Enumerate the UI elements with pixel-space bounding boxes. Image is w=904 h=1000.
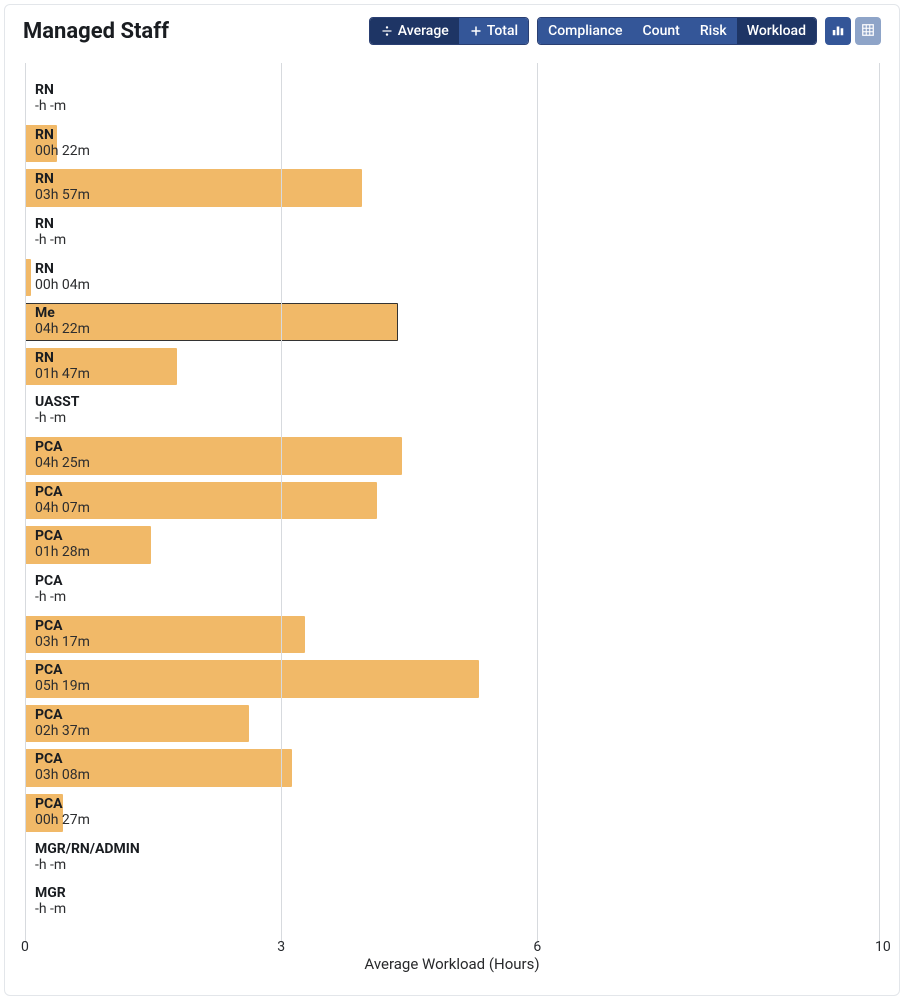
row-value-label: 02h 37m <box>35 724 90 739</box>
row-category-label: PCA <box>35 796 63 812</box>
row-category-label: RN <box>35 82 54 98</box>
row-value-label: 00h 22m <box>35 144 90 159</box>
row-category-label: RN <box>35 216 54 232</box>
table-icon <box>861 22 875 41</box>
chart-row[interactable]: MGR-h -m <box>25 880 879 925</box>
chart-row[interactable]: RN01h 47m <box>25 345 879 390</box>
card-title: Managed Staff <box>23 19 169 44</box>
row-value-label: -h -m <box>35 99 66 114</box>
gridline <box>25 63 26 943</box>
bar <box>25 660 479 698</box>
row-value-label: -h -m <box>35 902 66 917</box>
chart-row[interactable]: MGR/RN/ADMIN-h -m <box>25 836 879 881</box>
row-value-label: 03h 57m <box>35 188 90 203</box>
row-value-label: -h -m <box>35 411 66 426</box>
row-value-label: -h -m <box>35 233 66 248</box>
row-value-label: 04h 22m <box>35 322 90 337</box>
chart-row[interactable]: PCA00h 27m <box>25 791 879 836</box>
row-category-label: PCA <box>35 439 63 455</box>
row-value-label: 01h 28m <box>35 545 90 560</box>
row-value-label: 00h 27m <box>35 813 90 828</box>
total-button[interactable]: Total <box>459 18 528 44</box>
view-toggle <box>825 17 881 45</box>
x-tick-label: 0 <box>21 939 29 955</box>
gridline <box>281 63 282 943</box>
chart-bars-area: RN-h -mRN00h 22mRN03h 57mRN-h -mRN00h 04… <box>25 77 879 925</box>
row-value-label: 04h 07m <box>35 501 90 516</box>
row-category-label: PCA <box>35 751 63 767</box>
table-view-button[interactable] <box>855 17 881 45</box>
card-header: Managed Staff Average Total <box>5 5 899 55</box>
chart-row[interactable]: RN03h 57m <box>25 166 879 211</box>
chart-row[interactable]: PCA03h 08m <box>25 746 879 791</box>
gridline <box>879 63 880 943</box>
row-value-label: 01h 47m <box>35 367 90 382</box>
total-label: Total <box>487 23 518 39</box>
tab-workload[interactable]: Workload <box>737 18 816 44</box>
row-value-label: -h -m <box>35 590 66 605</box>
row-category-label: RN <box>35 350 54 366</box>
aggregate-toggle: Average Total <box>369 17 529 45</box>
row-category-label: RN <box>35 171 54 187</box>
x-axis-label: Average Workload (Hours) <box>25 955 879 973</box>
chart-row[interactable]: RN00h 22m <box>25 122 879 167</box>
chart-row[interactable]: PCA03h 17m <box>25 613 879 658</box>
chart-row[interactable]: PCA01h 28m <box>25 523 879 568</box>
divide-icon <box>380 24 394 38</box>
tab-risk[interactable]: Risk <box>690 18 737 44</box>
header-controls: Average Total Compliance Count Risk Work… <box>369 17 881 45</box>
row-value-label: 04h 25m <box>35 456 90 471</box>
average-label: Average <box>398 23 449 39</box>
row-category-label: PCA <box>35 484 63 500</box>
row-category-label: RN <box>35 261 54 277</box>
row-category-label: PCA <box>35 662 63 678</box>
chart-view-button[interactable] <box>825 17 851 45</box>
x-tick-label: 3 <box>277 939 285 955</box>
tab-compliance[interactable]: Compliance <box>538 18 632 44</box>
row-category-label: PCA <box>35 573 63 589</box>
chart-row[interactable]: RN-h -m <box>25 211 879 256</box>
gridline <box>537 63 538 943</box>
metric-tabs: Compliance Count Risk Workload <box>537 17 817 45</box>
chart-row[interactable]: PCA04h 25m <box>25 434 879 479</box>
row-value-label: 05h 19m <box>35 679 90 694</box>
row-category-label: MGR <box>35 885 66 901</box>
row-category-label: Me <box>35 305 55 321</box>
chart-row[interactable]: UASST-h -m <box>25 389 879 434</box>
chart-row[interactable]: RN-h -m <box>25 77 879 122</box>
row-value-label: 03h 08m <box>35 768 90 783</box>
tab-count[interactable]: Count <box>633 18 690 44</box>
row-value-label: -h -m <box>35 858 66 873</box>
x-tick-label: 10 <box>875 939 891 955</box>
chart-row[interactable]: PCA05h 19m <box>25 657 879 702</box>
plus-icon <box>469 24 483 38</box>
chart-row[interactable]: RN00h 04m <box>25 256 879 301</box>
row-category-label: PCA <box>35 618 63 634</box>
row-category-label: PCA <box>35 707 63 723</box>
row-category-label: RN <box>35 127 54 143</box>
average-button[interactable]: Average <box>370 18 459 44</box>
x-tick-label: 6 <box>533 939 541 955</box>
bar-chart-icon <box>831 22 845 41</box>
chart-row[interactable]: PCA02h 37m <box>25 702 879 747</box>
chart-row[interactable]: PCA-h -m <box>25 568 879 613</box>
workload-chart: RN-h -mRN00h 22mRN03h 57mRN-h -mRN00h 04… <box>25 63 879 973</box>
chart-row[interactable]: Me04h 22m <box>25 300 879 345</box>
row-value-label: 00h 04m <box>35 278 90 293</box>
managed-staff-card: Managed Staff Average Total <box>4 4 900 996</box>
chart-row[interactable]: PCA04h 07m <box>25 479 879 524</box>
row-category-label: MGR/RN/ADMIN <box>35 841 140 857</box>
row-category-label: PCA <box>35 528 63 544</box>
row-value-label: 03h 17m <box>35 635 90 650</box>
row-category-label: UASST <box>35 394 79 410</box>
